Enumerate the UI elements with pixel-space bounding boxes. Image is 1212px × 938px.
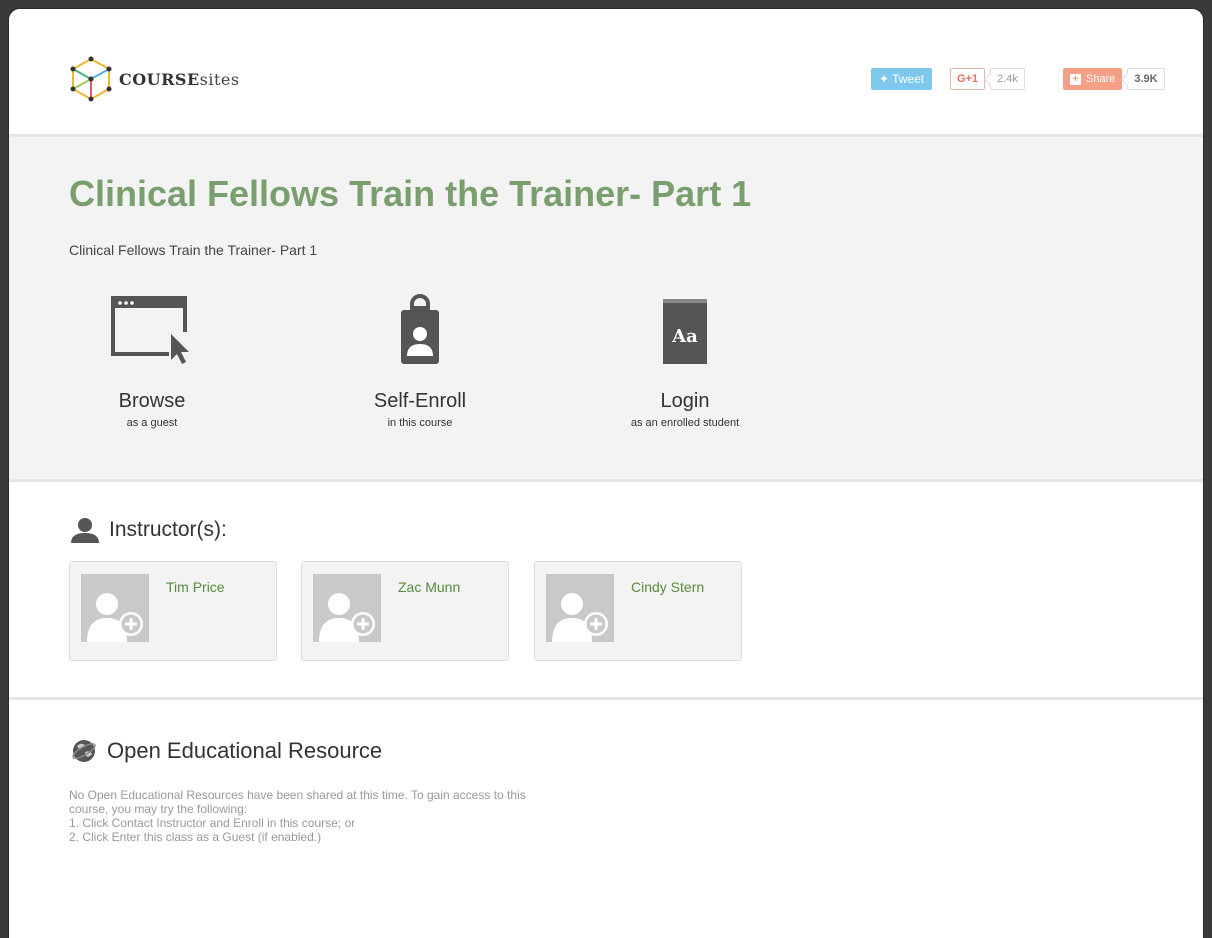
oer-section: Open Educational Resource No Open Educat… <box>9 697 1203 938</box>
self-enroll-sublabel: in this course <box>387 417 453 429</box>
coursesites-logo-icon <box>70 56 112 102</box>
twitter-bird-icon: ✦ <box>879 72 890 86</box>
gplus-button[interactable]: G+1 <box>950 68 986 90</box>
instructor-card[interactable]: Tim Price <box>69 561 277 661</box>
course-subtitle: Clinical Fellows Train the Trainer- Part… <box>69 242 318 258</box>
share-button[interactable]: + Share <box>1063 68 1123 90</box>
avatar-placeholder-icon <box>313 574 381 642</box>
browse-label: Browse <box>118 390 186 412</box>
oer-message: No Open Educational Resources have been … <box>69 788 729 844</box>
oer-line: 1. Click Contact Instructor and Enroll i… <box>69 816 356 830</box>
login-sublabel: as an enrolled student <box>630 417 740 429</box>
self-enroll-label: Self-Enroll <box>373 390 467 412</box>
instructor-name[interactable]: Cindy Stern <box>631 579 704 595</box>
course-section: Clinical Fellows Train the Trainer- Part… <box>9 134 1203 479</box>
share-widget: + Share 3.9K <box>1063 68 1165 90</box>
tweet-label: Tweet <box>892 72 925 86</box>
browse-sublabel: as a guest <box>126 417 178 429</box>
login-label: Login <box>660 390 710 412</box>
globe-icon <box>72 740 96 762</box>
instructor-card[interactable]: Zac Munn <box>301 561 509 661</box>
instructors-heading-text: Instructor(s): <box>109 518 227 541</box>
avatar-placeholder-icon <box>81 574 149 642</box>
logo-wordmark: COURSEsites <box>119 69 240 89</box>
share-count: 3.9K <box>1127 68 1165 90</box>
oer-heading-text: Open Educational Resource <box>107 738 383 763</box>
gplus-widget: G+1 2.4k <box>950 68 1025 90</box>
instructor-name[interactable]: Tim Price <box>166 579 225 595</box>
dictionary-book-icon: Aa <box>595 292 775 368</box>
tweet-button[interactable]: ✦ Tweet <box>871 68 933 90</box>
svg-text:Aa: Aa <box>671 326 698 347</box>
gplus-count: 2.4k <box>990 68 1025 90</box>
person-icon <box>71 518 99 543</box>
instructors-heading: Instructor(s): <box>69 516 227 544</box>
login-button[interactable]: Aa Login as an enrolled student <box>595 292 775 429</box>
site-header: COURSEsites ✦ Tweet G+1 2.4k + Share 3.9… <box>9 9 1203 134</box>
id-badge-icon <box>330 292 510 368</box>
plus-icon: + <box>1070 73 1081 85</box>
page-frame: COURSEsites ✦ Tweet G+1 2.4k + Share 3.9… <box>8 8 1204 938</box>
self-enroll-button[interactable]: Self-Enroll in this course <box>330 292 510 429</box>
coursesites-logo[interactable]: COURSEsites <box>67 55 240 103</box>
oer-line: No Open Educational Resources have been … <box>69 788 526 802</box>
oer-heading: Open Educational Resource <box>71 738 382 764</box>
course-title: Clinical Fellows Train the Trainer- Part… <box>69 173 752 214</box>
instructor-card[interactable]: Cindy Stern <box>534 561 742 661</box>
share-label: Share <box>1086 73 1116 85</box>
instructor-name[interactable]: Zac Munn <box>398 579 460 595</box>
browse-as-guest-button[interactable]: Browse as a guest <box>62 292 242 429</box>
oer-line: course, you may try the following: <box>69 802 248 816</box>
avatar-placeholder-icon <box>546 574 614 642</box>
oer-line: 2. Click Enter this class as a Guest (if… <box>69 830 322 844</box>
instructors-section: Instructor(s): Tim Price Zac Munn Cindy … <box>9 479 1203 697</box>
browser-window-cursor-icon <box>62 292 242 368</box>
